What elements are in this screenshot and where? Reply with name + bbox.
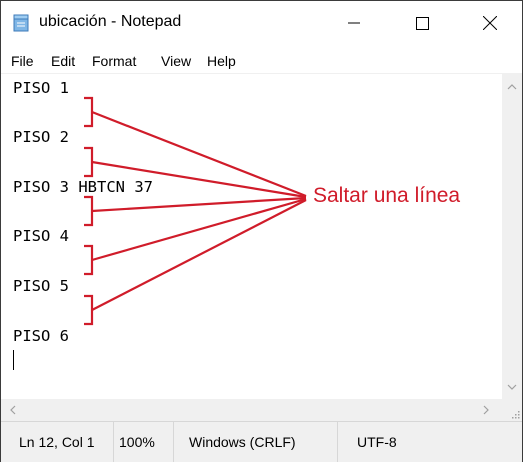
- notepad-window: ubicación - Notepad File Edit Format Vie…: [0, 0, 523, 462]
- text-line: PISO 5: [13, 277, 69, 295]
- maximize-icon: [415, 16, 429, 30]
- menu-file[interactable]: File: [11, 53, 34, 69]
- chevron-up-icon[interactable]: [507, 83, 517, 91]
- horizontal-scrollbar[interactable]: [1, 399, 502, 421]
- chevron-left-icon[interactable]: [9, 405, 17, 415]
- maximize-button[interactable]: [399, 1, 445, 45]
- minimize-icon: [348, 22, 360, 24]
- status-line-ending: Windows (CRLF): [189, 434, 296, 450]
- window-title: ubicación - Notepad: [39, 13, 182, 30]
- text-caret: [13, 350, 14, 370]
- status-position: Ln 12, Col 1: [19, 434, 95, 450]
- close-icon: [483, 16, 497, 30]
- resize-grip-icon[interactable]: [510, 409, 520, 419]
- chevron-down-icon[interactable]: [507, 383, 517, 391]
- status-divider: [337, 422, 338, 462]
- title-bar[interactable]: ubicación - Notepad: [1, 1, 522, 45]
- text-line: PISO 1: [13, 79, 69, 97]
- status-zoom: 100%: [119, 434, 155, 450]
- text-editor[interactable]: PISO 1 PISO 2 PISO 3 HBTCN 37 PISO 4 PIS…: [1, 73, 502, 400]
- status-encoding: UTF-8: [357, 434, 397, 450]
- minimize-button[interactable]: [331, 1, 377, 45]
- menu-format[interactable]: Format: [92, 53, 136, 69]
- text-line: PISO 2: [13, 128, 69, 146]
- menu-bar: File Edit Format View Help: [1, 47, 522, 73]
- text-line: PISO 3 HBTCN 37: [13, 178, 153, 196]
- text-line: PISO 4: [13, 227, 69, 245]
- notepad-icon: [13, 14, 29, 32]
- scrollbar-corner: [502, 399, 522, 421]
- status-divider: [113, 422, 114, 462]
- text-line: PISO 6: [13, 327, 69, 345]
- annotation-label: Saltar una línea: [313, 184, 461, 207]
- chevron-right-icon[interactable]: [482, 405, 490, 415]
- menu-view[interactable]: View: [161, 53, 191, 69]
- vertical-scrollbar[interactable]: [502, 73, 522, 399]
- status-bar: Ln 12, Col 1 100% Windows (CRLF) UTF-8: [1, 421, 522, 462]
- close-button[interactable]: [467, 1, 513, 45]
- menu-help[interactable]: Help: [207, 53, 236, 69]
- menu-edit[interactable]: Edit: [51, 53, 75, 69]
- status-divider: [173, 422, 174, 462]
